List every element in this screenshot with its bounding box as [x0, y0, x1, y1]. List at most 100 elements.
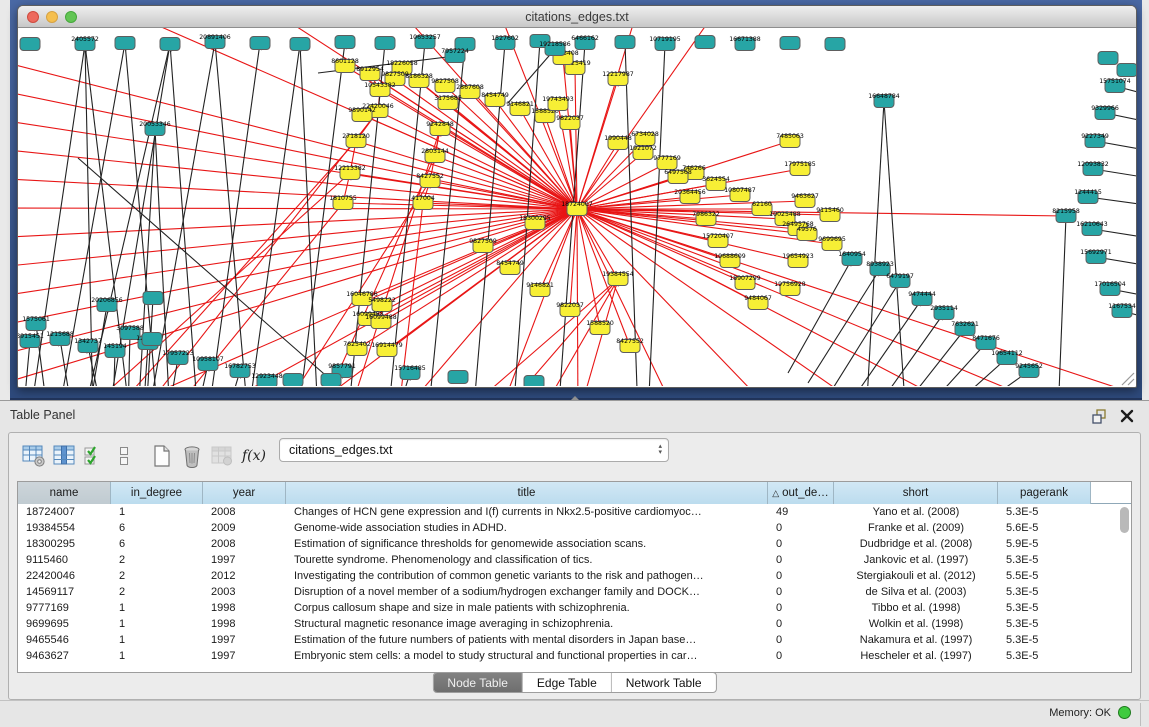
- table-cell: 0: [768, 632, 834, 648]
- table-cell: 18300295: [18, 536, 111, 552]
- select-column-icon[interactable]: [49, 442, 79, 470]
- graph-node-label: 7986322: [692, 211, 720, 218]
- graph-node[interactable]: [375, 37, 395, 50]
- graph-node[interactable]: [335, 36, 355, 49]
- graph-node[interactable]: [825, 38, 845, 51]
- table-cell: 1: [111, 616, 203, 632]
- tab-network-table[interactable]: Network Table: [612, 673, 716, 692]
- table-row[interactable]: 977716911998Corpus callosum shape and si…: [18, 600, 1131, 616]
- column-header-in_degree[interactable]: in_degree: [111, 482, 203, 504]
- graph-node-label: 17975185: [784, 161, 816, 168]
- table-cell: Tourette syndrome. Phenomenology and cla…: [286, 552, 768, 568]
- graph-node[interactable]: [160, 38, 180, 51]
- new-table-icon[interactable]: [147, 442, 177, 470]
- memory-ok-icon[interactable]: [1118, 706, 1131, 719]
- table-cell: 5.3E-5: [998, 600, 1091, 616]
- column-header-year[interactable]: year: [203, 482, 286, 504]
- graph-edge: [918, 343, 986, 386]
- graph-node-label: 9146821: [506, 101, 534, 108]
- table-cell: Tibbo et al. (1998): [834, 600, 998, 616]
- graph-node-label: 7485063: [776, 133, 804, 140]
- table-scrollbar[interactable]: [1120, 507, 1129, 667]
- table-selector-dropdown[interactable]: citations_edges.txt ▴▾: [279, 438, 669, 462]
- delete-table-icon[interactable]: [177, 442, 207, 470]
- table-row[interactable]: 1456911722003Disruption of a novel membe…: [18, 584, 1131, 600]
- graph-node-label: 62160: [752, 201, 772, 208]
- table-cell: Jankovic et al. (1997): [834, 552, 998, 568]
- graph-node[interactable]: [695, 36, 715, 49]
- graph-node-label: 2935114: [930, 305, 958, 312]
- table-row[interactable]: 969969511998Structural magnetic resonanc…: [18, 616, 1131, 632]
- graph-node-label: 8471676: [972, 335, 1000, 342]
- float-panel-icon[interactable]: [1091, 408, 1107, 424]
- graph-node[interactable]: [524, 376, 544, 387]
- graph-node[interactable]: [143, 292, 163, 305]
- graph-node-label: 3624554: [702, 176, 730, 183]
- table-cell: Estimation of significance thresholds fo…: [286, 536, 768, 552]
- table-cell: Structural magnetic resonance image aver…: [286, 616, 768, 632]
- network-window-title: citations_edges.txt: [18, 10, 1136, 24]
- graph-node[interactable]: [142, 333, 162, 346]
- column-header-pagerank[interactable]: pagerank: [998, 482, 1091, 504]
- graph-node-label: 18226058: [386, 60, 418, 67]
- column-header-name[interactable]: name: [18, 482, 111, 504]
- table-cell: 5.3E-5: [998, 648, 1091, 664]
- graph-node-label: 16648784: [868, 93, 900, 100]
- table-cell: Investigating the contribution of common…: [286, 568, 768, 584]
- table-row[interactable]: 1872400712008Changes of HCN gene express…: [18, 504, 1131, 520]
- graph-node[interactable]: [250, 37, 270, 50]
- function-builder-icon[interactable]: f(x): [237, 442, 271, 470]
- resize-grip-icon[interactable]: [1122, 373, 1134, 385]
- graph-edge: [577, 209, 1136, 386]
- scrollbar-thumb[interactable]: [1120, 507, 1129, 533]
- close-panel-icon[interactable]: [1119, 408, 1135, 424]
- graph-node[interactable]: [321, 374, 341, 387]
- graph-node[interactable]: [780, 37, 800, 50]
- graph-node-label: 1167534: [1108, 303, 1136, 310]
- tab-node-table[interactable]: Node Table: [433, 673, 523, 692]
- column-header-title[interactable]: title: [286, 482, 768, 504]
- graph-edge: [577, 209, 578, 386]
- column-header-short[interactable]: short: [834, 482, 998, 504]
- graph-node-label: 8186328: [405, 73, 433, 80]
- column-header-out_de[interactable]: △out_de…: [768, 482, 834, 504]
- graph-node-label: 12093832: [1077, 161, 1109, 168]
- graph-node[interactable]: [448, 371, 468, 384]
- graph-node-label: 1640954: [838, 251, 866, 258]
- graph-node-label: 1215688: [46, 331, 74, 338]
- graph-node-label: 9463627: [791, 193, 819, 200]
- graph-node[interactable]: [615, 36, 635, 49]
- table-cell: Yano et al. (2008): [834, 504, 998, 520]
- graph-node[interactable]: [115, 37, 135, 50]
- graph-node[interactable]: [283, 374, 303, 387]
- graph-node[interactable]: [1098, 52, 1118, 65]
- table-row[interactable]: 1830029562008Estimation of significance …: [18, 536, 1131, 552]
- table-toolbar: f(x): [19, 440, 271, 472]
- network-window-titlebar[interactable]: citations_edges.txt: [18, 6, 1136, 28]
- graph-node-label: 1244415: [1074, 189, 1102, 196]
- graph-node-label: 10958107: [192, 356, 224, 363]
- graph-node-label: 49576: [797, 226, 817, 233]
- table-row[interactable]: 1938455462009Genome-wide association stu…: [18, 520, 1131, 536]
- tab-edge-table[interactable]: Edge Table: [523, 673, 612, 692]
- graph-node[interactable]: [290, 38, 310, 51]
- table-row[interactable]: 911546021997Tourette syndrome. Phenomeno…: [18, 552, 1131, 568]
- network-canvas[interactable]: 1872400786011288912954182260589827509105…: [18, 28, 1136, 386]
- graph-node-label: 9777169: [653, 155, 681, 162]
- table-cell: 5.3E-5: [998, 632, 1091, 648]
- graph-edge: [248, 44, 300, 386]
- table-row[interactable]: 946362711997Embryonic stem cells: a mode…: [18, 648, 1131, 664]
- splitter-handle-icon[interactable]: [571, 396, 579, 400]
- graph-node[interactable]: [20, 38, 40, 51]
- graph-node[interactable]: [1117, 64, 1136, 77]
- clear-selection-icon[interactable]: [109, 442, 139, 470]
- network-desktop: citations_edges.txt 18724007860112889129…: [10, 0, 1142, 400]
- table-row[interactable]: 946554611997Estimation of the future num…: [18, 632, 1131, 648]
- table-row[interactable]: 2242004622012Investigating the contribut…: [18, 568, 1131, 584]
- graph-node-label: 8215958: [1052, 208, 1080, 215]
- network-graph-svg[interactable]: 1872400786011288912954182260589827509105…: [18, 28, 1136, 386]
- table-settings-icon[interactable]: [19, 442, 49, 470]
- table-cell: Nakamura et al. (1997): [834, 632, 998, 648]
- select-all-rows-icon[interactable]: [79, 442, 109, 470]
- table-cell: 9777169: [18, 600, 111, 616]
